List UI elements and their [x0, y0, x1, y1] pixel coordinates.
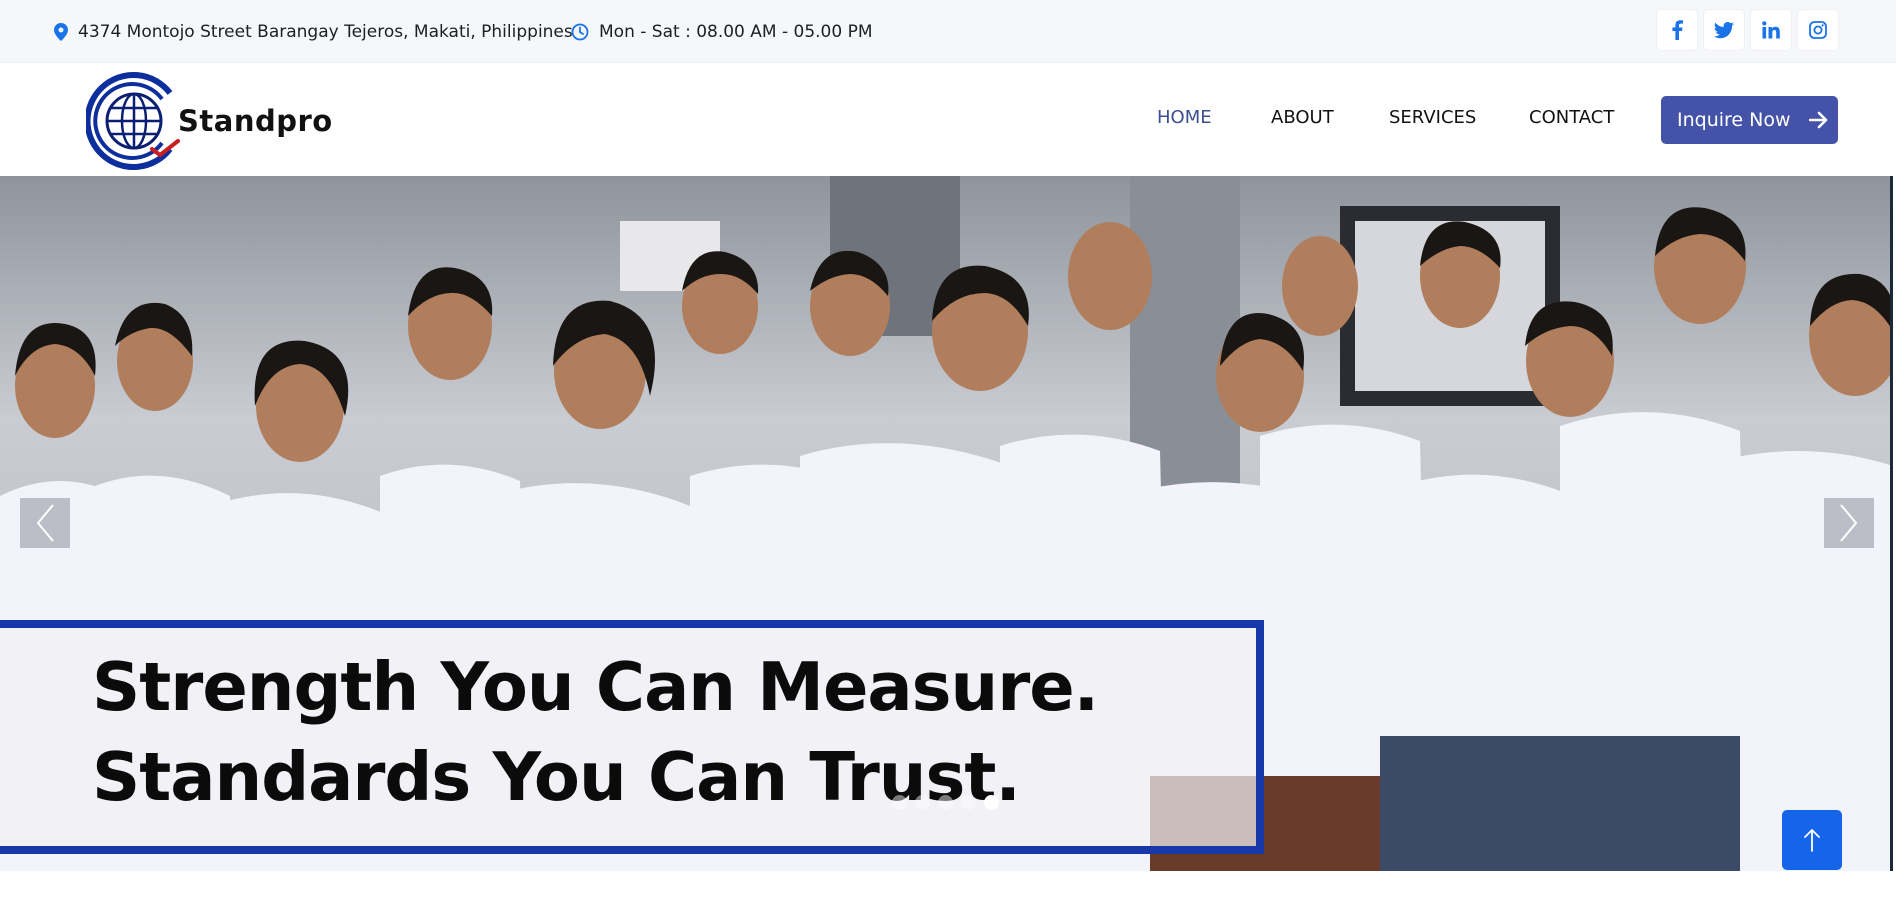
instagram-icon: [1809, 21, 1827, 39]
logo-text: Standpro: [178, 104, 333, 138]
hero-right-edge: [1890, 176, 1893, 871]
slider-prev-button[interactable]: [20, 498, 70, 548]
slider-dots: [892, 795, 999, 810]
site-logo[interactable]: Standpro: [86, 71, 333, 171]
clock-icon: [571, 23, 589, 40]
facebook-link[interactable]: [1657, 10, 1697, 50]
slider-next-button[interactable]: [1824, 498, 1874, 548]
back-to-top-button[interactable]: [1782, 810, 1842, 870]
inquire-now-button[interactable]: Inquire Now: [1661, 96, 1838, 144]
instagram-link[interactable]: [1798, 10, 1838, 50]
chevron-left-icon: [36, 504, 54, 542]
linkedin-icon: [1762, 21, 1780, 39]
nav-home[interactable]: HOME: [1157, 107, 1212, 128]
arrow-up-icon: [1804, 829, 1820, 852]
chevron-right-icon: [1840, 504, 1858, 542]
twitter-icon: [1714, 21, 1734, 38]
facebook-icon: [1672, 20, 1683, 40]
hero-slider: Strength You Can Measure. Standards You …: [0, 176, 1893, 871]
twitter-link[interactable]: [1704, 10, 1744, 50]
globe-logo-icon: [86, 72, 180, 170]
map-pin-icon: [54, 22, 68, 41]
hero-caption: Strength You Can Measure. Standards You …: [0, 620, 1264, 854]
hours-info: Mon - Sat : 08.00 AM - 05.00 PM: [571, 0, 873, 63]
hours-text: Mon - Sat : 08.00 AM - 05.00 PM: [599, 21, 873, 42]
slider-dot-2[interactable]: [915, 795, 930, 810]
slider-dot-3[interactable]: [938, 795, 953, 810]
nav-contact[interactable]: CONTACT: [1529, 107, 1614, 128]
nav-services[interactable]: SERVICES: [1389, 107, 1476, 128]
top-info-bar: 4374 Montojo Street Barangay Tejeros, Ma…: [0, 0, 1896, 63]
slider-dot-4[interactable]: [961, 795, 976, 810]
slider-dot-1[interactable]: [892, 795, 907, 810]
site-header: Standpro HOME ABOUT SERVICES CONTACT Inq…: [0, 63, 1896, 176]
address-info: 4374 Montojo Street Barangay Tejeros, Ma…: [54, 0, 573, 63]
address-text: 4374 Montojo Street Barangay Tejeros, Ma…: [78, 21, 573, 42]
arrow-right-icon: [1808, 111, 1827, 129]
inquire-now-label: Inquire Now: [1677, 109, 1791, 131]
hero-headline-line-2: Standards You Can Trust.: [92, 738, 1021, 816]
social-links: [1657, 10, 1838, 50]
linkedin-link[interactable]: [1751, 10, 1791, 50]
slider-dot-5[interactable]: [984, 795, 999, 810]
nav-about[interactable]: ABOUT: [1271, 107, 1334, 128]
hero-headline-line-1: Strength You Can Measure.: [92, 648, 1099, 726]
